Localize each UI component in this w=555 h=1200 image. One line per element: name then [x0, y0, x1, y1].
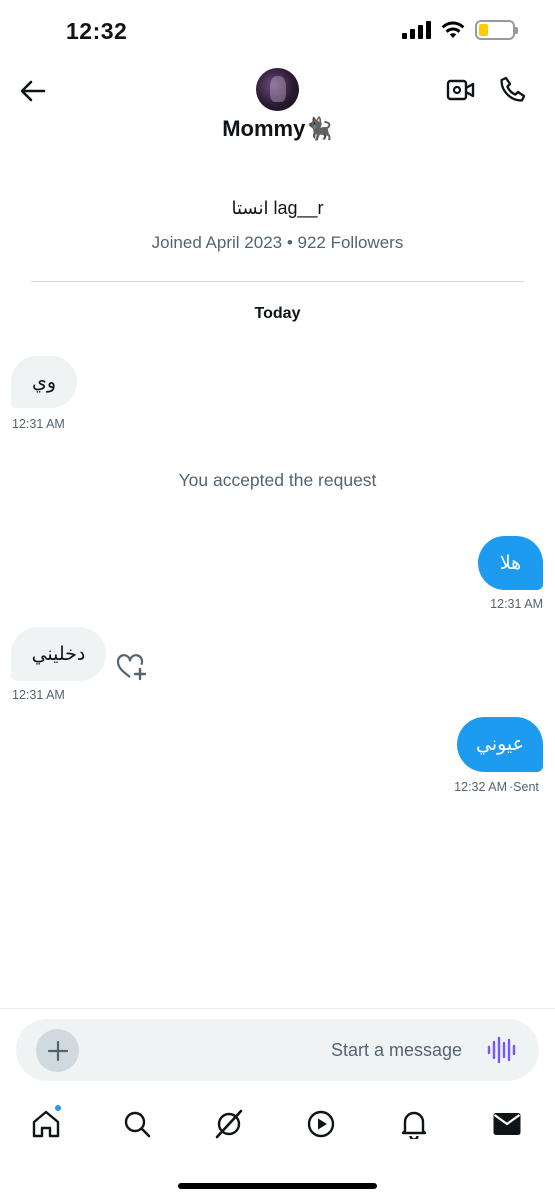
tab-notifications[interactable]	[392, 1100, 436, 1148]
envelope-icon	[493, 1113, 521, 1135]
search-icon	[124, 1111, 151, 1138]
message-bubble-outgoing[interactable]: عيوني	[457, 717, 543, 772]
plus-icon	[47, 1040, 68, 1061]
system-message: You accepted the request	[178, 470, 377, 490]
voice-message-button[interactable]	[486, 1036, 516, 1064]
composer-divider	[0, 1008, 555, 1009]
react-button[interactable]	[116, 652, 148, 682]
message-timestamp: 12:31 AM	[12, 688, 65, 702]
voice-call-button[interactable]	[496, 72, 530, 106]
grok-icon	[215, 1109, 243, 1139]
video-call-button[interactable]	[444, 73, 478, 107]
status-icons	[402, 20, 518, 40]
tab-home[interactable]	[24, 1100, 68, 1148]
cellular-signal-icon	[402, 21, 431, 39]
wifi-icon	[441, 21, 465, 38]
message-timestamp: 12:32 AM	[454, 780, 507, 794]
bottom-tab-bar	[0, 1100, 555, 1150]
message-status: ·Sent	[509, 780, 539, 794]
message-bubble-incoming[interactable]: وي	[11, 356, 77, 408]
contact-avatar[interactable]	[256, 68, 299, 111]
profile-handle: انستا lag__r	[231, 198, 324, 218]
voice-waveform-icon	[487, 1036, 516, 1064]
message-timestamp: 12:31 AM	[490, 597, 543, 611]
status-time: 12:32	[66, 18, 128, 44]
divider	[31, 281, 524, 282]
home-indicator[interactable]	[178, 1183, 377, 1189]
play-circle-icon	[307, 1110, 335, 1138]
date-separator: Today	[254, 305, 301, 322]
battery-icon	[475, 20, 518, 40]
message-input[interactable]	[96, 1019, 466, 1081]
tab-messages[interactable]	[485, 1100, 529, 1148]
contact-name[interactable]: Mommy🐈‍⬛	[0, 116, 555, 142]
add-media-button[interactable]	[36, 1029, 79, 1072]
notification-dot	[54, 1104, 62, 1112]
tab-grok[interactable]	[207, 1100, 251, 1148]
message-composer	[16, 1019, 539, 1081]
conversation-header: Mommy🐈‍⬛	[0, 60, 555, 160]
tab-video[interactable]	[299, 1100, 343, 1148]
home-icon	[32, 1110, 60, 1138]
message-bubble-incoming[interactable]: دخليني	[11, 627, 106, 681]
tab-search[interactable]	[115, 1100, 159, 1148]
profile-meta: Joined April 2023 • 922 Followers	[151, 233, 404, 252]
back-arrow-icon	[20, 80, 46, 102]
bell-icon	[401, 1111, 427, 1139]
status-bar: 12:32	[0, 0, 555, 60]
message-timestamp: 12:31 AM	[12, 417, 65, 431]
video-camera-icon	[446, 79, 475, 101]
profile-summary: انستا lag__r Joined April 2023 • 922 Fol…	[0, 198, 555, 253]
back-button[interactable]	[16, 74, 50, 108]
message-bubble-outgoing[interactable]: هلا	[478, 536, 543, 590]
heart-plus-icon	[116, 654, 147, 681]
phone-icon	[500, 76, 526, 102]
